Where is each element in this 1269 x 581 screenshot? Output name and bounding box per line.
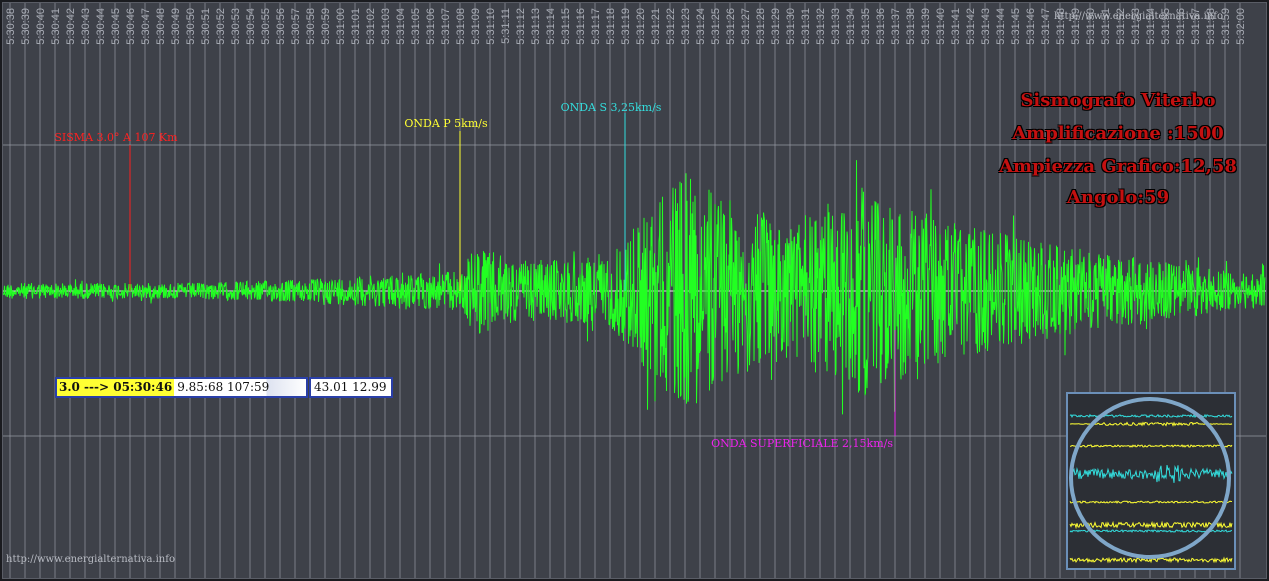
window-frame: [0, 0, 1269, 581]
seismograph-screen: 5:30:38 5:30:39 5:30:40 5:30:41 5:30:42 5:30:…: [0, 0, 1269, 581]
